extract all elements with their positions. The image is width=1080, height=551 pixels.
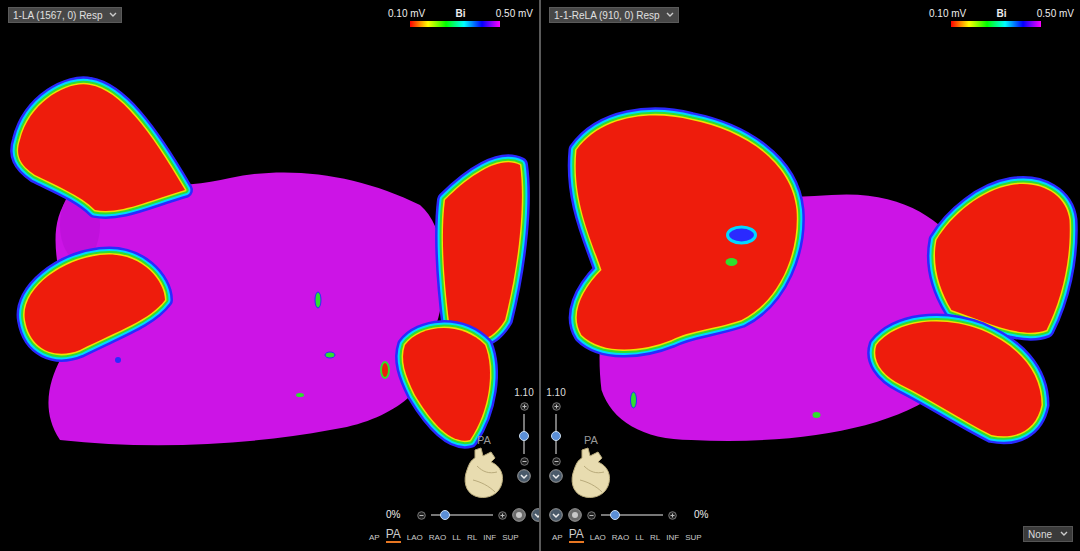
view-button[interactable]: LAO [590,532,606,543]
zoom-slider[interactable] [555,414,557,454]
transparency-slider-knob[interactable] [440,510,450,520]
vein-lower-left [25,254,165,353]
zoom-control: 1.10 [511,387,537,483]
vein-upper-right [935,184,1070,333]
scale-max: 0.50 mV [1037,8,1074,19]
color-scale: 0.10 mV Bi 0.50 mV [929,8,1074,27]
scale-gradient [410,21,500,27]
view-button[interactable]: INF [666,532,679,543]
transparency-minus-icon[interactable] [417,511,426,520]
orientation-widget[interactable]: PA [568,434,614,500]
zoom-value: 1.10 [514,387,533,399]
transparency-slider[interactable] [601,514,663,516]
transparency-slider-knob[interactable] [610,510,620,520]
view-button[interactable]: RL [650,532,660,543]
rotate-icon[interactable] [531,508,539,522]
view-button[interactable]: RAO [429,532,446,543]
voltage-map-left[interactable] [0,0,539,551]
map-title: 1-1-ReLA (910, 0) Resp [554,9,660,22]
map-select[interactable]: 1-LA (1567, 0) Resp [8,7,122,23]
chevron-down-icon [109,12,117,18]
rotate-icon[interactable] [549,508,563,522]
transparency-plus-icon[interactable] [498,511,507,520]
view-button[interactable]: AP [369,532,380,543]
view-button[interactable]: INF [483,532,496,543]
map-panel: 1-1-ReLA (910, 0) Resp 0.10 mV Bi 0.50 mV 1.… [541,0,1080,551]
view-button[interactable]: RAO [612,532,629,543]
orientation-label: PA [584,434,598,446]
view-button[interactable]: LL [452,532,461,543]
zoom-menu-icon[interactable] [549,469,563,483]
vein-lower-right [875,322,1041,437]
orientation-label: PA [477,434,491,446]
view-button[interactable]: LAO [407,532,423,543]
heart-orientation-icon[interactable] [461,446,507,500]
view-button[interactable]: SUP [685,532,701,543]
color-scale: 0.10 mV Bi 0.50 mV [388,8,533,27]
zoom-in-icon[interactable] [520,402,529,411]
transparency-plus-icon[interactable] [668,511,677,520]
zoom-menu-icon[interactable] [517,469,531,483]
vein-upper-right [443,162,522,340]
scale-min: 0.10 mV [929,8,966,19]
view-button[interactable]: AP [552,532,563,543]
scale-mode: Bi [456,8,466,19]
zoom-control: 1.10 [543,387,569,483]
zoom-slider-knob[interactable] [551,431,561,441]
overlay-dropdown-value: None [1028,528,1052,541]
scale-mode: Bi [997,8,1007,19]
vein-upper-left [18,84,185,211]
heart-orientation-icon[interactable] [568,446,614,500]
transparency-value: 0% [694,509,708,521]
transparency-value: 0% [386,509,400,521]
view-button[interactable]: PA [569,528,584,543]
render-mode-icon[interactable] [568,508,582,522]
zoom-value: 1.10 [546,387,565,399]
overlay-dropdown[interactable]: None [1023,526,1073,542]
scale-max: 0.50 mV [496,8,533,19]
render-mode-icon[interactable] [512,508,526,522]
view-button[interactable]: PA [386,528,401,543]
view-button[interactable]: LL [635,532,644,543]
zoom-slider[interactable] [523,414,525,454]
chevron-down-icon [666,12,674,18]
view-button[interactable]: SUP [502,532,518,543]
map-select[interactable]: 1-1-ReLA (910, 0) Resp [549,7,679,23]
zoom-out-icon[interactable] [552,457,561,466]
transparency-slider[interactable] [431,514,493,516]
mapping-screen: 1-LA (1567, 0) Resp 0.10 mV Bi 0.50 mV 1.10 P… [0,0,1080,551]
voltage-map-right[interactable] [541,0,1080,551]
map-title: 1-LA (1567, 0) Resp [13,9,103,22]
scale-min: 0.10 mV [388,8,425,19]
vein-lower-right [403,328,490,441]
zoom-slider-knob[interactable] [519,431,529,441]
scale-gradient [951,21,1041,27]
orientation-widget[interactable]: PA [461,434,507,500]
view-buttons: AP PA LAO RAO LL RL INF SUP [552,528,702,543]
zoom-out-icon[interactable] [520,457,529,466]
view-buttons: AP PA LAO RAO LL RL INF SUP [369,528,519,543]
map-panel: 1-LA (1567, 0) Resp 0.10 mV Bi 0.50 mV 1.10 P… [0,0,539,551]
vein-upper-left [576,115,797,349]
view-button[interactable]: RL [467,532,477,543]
transparency-minus-icon[interactable] [587,511,596,520]
zoom-in-icon[interactable] [552,402,561,411]
chevron-down-icon [1060,531,1068,537]
